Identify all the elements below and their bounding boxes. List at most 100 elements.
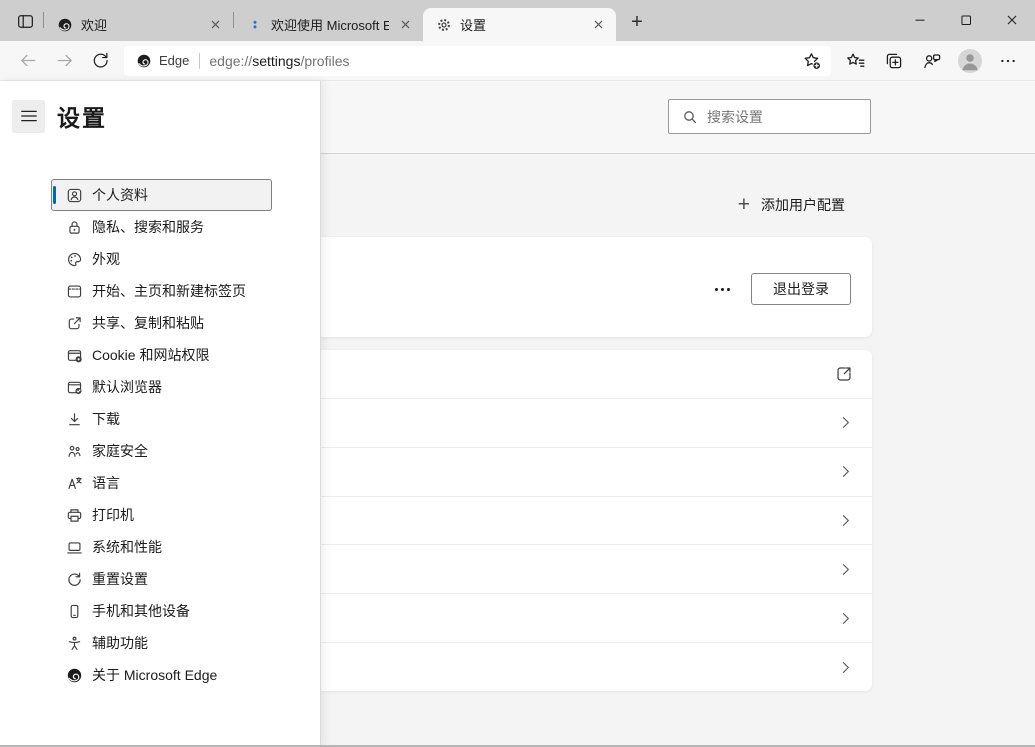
url-text: edge://settings/profiles	[209, 53, 349, 69]
appearance-palette-icon	[66, 251, 83, 268]
add-profile-label: 添加用户配置	[761, 195, 845, 215]
collections-button[interactable]	[875, 45, 913, 77]
site-chip[interactable]: Edge	[136, 53, 189, 69]
edge-logo-icon	[57, 17, 73, 33]
start-home-icon	[66, 283, 83, 300]
languages-icon	[66, 475, 83, 492]
sidebar-item-appearance[interactable]: 外观	[51, 243, 272, 275]
share-icon	[66, 315, 83, 332]
tab-settings[interactable]: 设置	[423, 8, 616, 41]
tab-actions-button[interactable]	[10, 7, 40, 35]
collections-icon	[884, 51, 904, 71]
refresh-button[interactable]	[82, 45, 118, 77]
settings-gear-icon	[436, 17, 452, 33]
menu-toggle-button[interactable]	[12, 100, 45, 133]
hamburger-icon	[19, 106, 39, 126]
refresh-icon	[91, 51, 110, 70]
privacy-lock-icon	[66, 219, 83, 236]
sidebar-item-profile[interactable]: 个人资料	[51, 179, 272, 211]
minimize-icon	[911, 11, 929, 29]
settings-nav-menu: 个人资料 隐私、搜索和服务 外观 开始、主页和新建标签页	[51, 179, 272, 691]
profile-icon	[66, 187, 83, 204]
profile-more-button[interactable]	[713, 282, 732, 297]
plus-icon: +	[738, 194, 750, 215]
add-profile-button[interactable]: + 添加用户配置	[738, 194, 845, 215]
settings-more-button[interactable]	[989, 45, 1027, 77]
tab-close-icon[interactable]	[397, 16, 414, 33]
tab-title: 欢迎使用 Microsoft Edg	[271, 15, 389, 34]
window-maximize-button[interactable]	[943, 0, 989, 40]
tab-actions-icon	[16, 12, 35, 31]
settings-nav-sidebar: 设置 个人资料 隐私、搜索和服务 外观	[0, 81, 321, 747]
tab-title: 欢迎	[81, 15, 199, 34]
profile-card-actions: 退出登录	[713, 273, 851, 305]
sidebar-item-system-performance[interactable]: 系统和性能	[51, 531, 272, 563]
favorites-button[interactable]	[837, 45, 875, 77]
tab-welcome[interactable]: 欢迎	[44, 8, 233, 41]
chevron-right-icon	[838, 660, 853, 675]
chevron-right-icon	[838, 513, 853, 528]
sidebar-item-phone-devices[interactable]: 手机和其他设备	[51, 595, 272, 627]
tab-welcome-to-edge[interactable]: 欢迎使用 Microsoft Edg	[234, 8, 423, 41]
window-controls	[897, 0, 1035, 40]
system-performance-icon	[66, 539, 83, 556]
chevron-right-icon	[838, 464, 853, 479]
back-icon	[19, 51, 38, 70]
sidebar-item-about-edge[interactable]: 关于 Microsoft Edge	[51, 659, 272, 691]
settings-page: + 添加用户配置 退出登录	[0, 81, 1035, 747]
new-tab-button[interactable]: +	[623, 8, 651, 36]
browser-essentials-button[interactable]	[913, 45, 951, 77]
sidebar-item-cookies-permissions[interactable]: Cookie 和网站权限	[51, 339, 272, 371]
plus-icon: +	[631, 11, 643, 34]
signout-button[interactable]: 退出登录	[751, 273, 851, 305]
more-horizontal-icon	[715, 288, 730, 291]
browser-toolbar: Edge edge://settings/profiles	[0, 41, 1035, 81]
edge-logo-icon	[136, 53, 152, 69]
address-separator	[199, 53, 200, 69]
window-minimize-button[interactable]	[897, 0, 943, 40]
favorites-star-icon	[846, 51, 866, 71]
close-icon	[1003, 11, 1021, 29]
tab-close-icon[interactable]	[590, 16, 607, 33]
maximize-icon	[957, 11, 975, 29]
page-title: 设置	[57, 99, 107, 133]
star-plus-icon	[802, 51, 822, 71]
window-close-button[interactable]	[989, 0, 1035, 40]
search-input[interactable]	[707, 109, 862, 125]
chevron-right-icon	[838, 415, 853, 430]
tab-close-icon[interactable]	[207, 16, 224, 33]
phone-devices-icon	[66, 603, 83, 620]
open-external-icon	[835, 365, 853, 383]
sidebar-item-reset-settings[interactable]: 重置设置	[51, 563, 272, 595]
sidebar-item-start-home[interactable]: 开始、主页和新建标签页	[51, 275, 272, 307]
add-favorite-button[interactable]	[796, 48, 828, 74]
sidebar-item-printers[interactable]: 打印机	[51, 499, 272, 531]
site-label: Edge	[159, 53, 189, 68]
profile-avatar-button[interactable]	[951, 45, 989, 77]
sidebar-item-accessibility[interactable]: 辅助功能	[51, 627, 272, 659]
tab-title: 设置	[460, 15, 582, 34]
sidebar-item-privacy[interactable]: 隐私、搜索和服务	[51, 211, 272, 243]
sidebar-item-languages[interactable]: 语言	[51, 467, 272, 499]
sidebar-item-downloads[interactable]: 下载	[51, 403, 272, 435]
sidebar-item-default-browser[interactable]: 默认浏览器	[51, 371, 272, 403]
forward-icon	[55, 51, 74, 70]
welcome-blue-dots-icon	[247, 17, 263, 33]
person-chat-icon	[922, 51, 942, 71]
settings-search-box[interactable]	[668, 99, 871, 134]
chevron-right-icon	[838, 611, 853, 626]
address-bar[interactable]: Edge edge://settings/profiles	[124, 46, 831, 76]
back-button[interactable]	[10, 45, 46, 77]
avatar	[958, 49, 982, 73]
sidebar-item-family-safety[interactable]: 家庭安全	[51, 435, 272, 467]
reset-icon	[66, 571, 83, 588]
downloads-icon	[66, 411, 83, 428]
edge-logo-icon	[66, 667, 83, 684]
more-horizontal-icon	[998, 51, 1018, 71]
forward-button[interactable]	[46, 45, 82, 77]
sidebar-header: 设置	[0, 81, 320, 133]
titlebar: 欢迎 欢迎使用 Microsoft Edg 设置 +	[0, 0, 1035, 41]
cookies-permissions-icon	[66, 347, 83, 364]
sidebar-item-share-copy-paste[interactable]: 共享、复制和粘贴	[51, 307, 272, 339]
search-icon	[682, 109, 698, 125]
